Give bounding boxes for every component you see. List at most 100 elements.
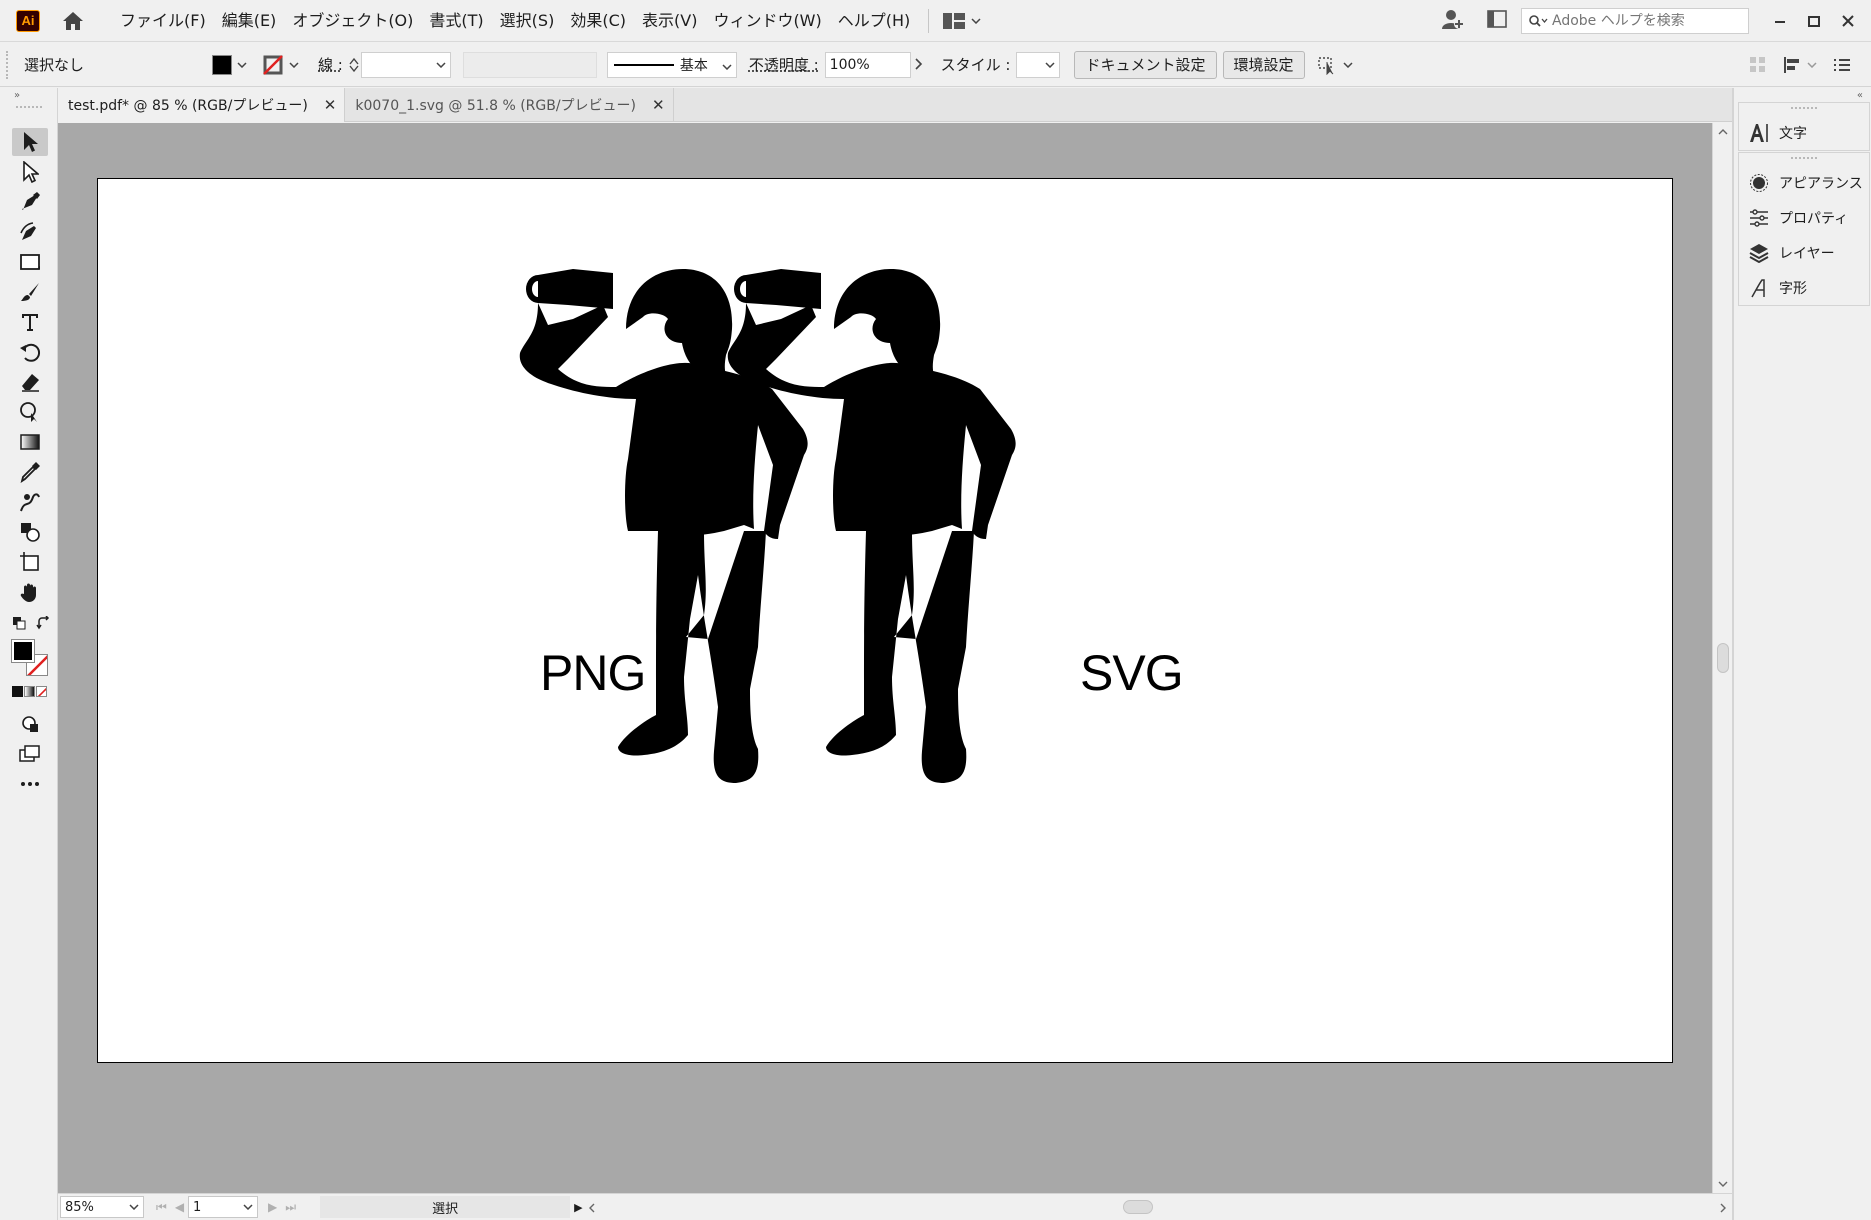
close-window-button[interactable] [1831, 0, 1865, 42]
help-search-input[interactable] [1552, 13, 1732, 29]
rotate-tool[interactable] [12, 338, 48, 366]
vertical-scroll-thumb[interactable] [1717, 643, 1729, 673]
zoom-level-field[interactable]: 85% [60, 1196, 144, 1218]
default-fill-stroke-icon[interactable] [12, 616, 26, 634]
status-menu-arrow-icon[interactable]: ▶ [574, 1201, 582, 1214]
warp-tool[interactable] [12, 398, 48, 426]
restore-button[interactable] [1797, 0, 1831, 42]
gradient-mode-icon[interactable] [24, 686, 35, 697]
none-mode-icon[interactable] [36, 686, 47, 697]
tab-k0070-svg[interactable]: k0070_1.svg @ 51.8 % (RGB/プレビュー) ✕ [345, 88, 674, 122]
scroll-left-icon[interactable] [588, 1203, 595, 1213]
stroke-weight-label[interactable]: 線 : [318, 54, 343, 75]
arrange-options[interactable] [1317, 55, 1353, 75]
fill-stroke-swatches[interactable] [11, 639, 50, 678]
selection-tool[interactable] [12, 128, 48, 156]
menu-window[interactable]: ウィンドウ(W) [705, 0, 829, 42]
align-grid-icon[interactable] [1749, 56, 1767, 74]
artboard[interactable]: PNG SVG [97, 178, 1673, 1063]
scroll-down-icon[interactable] [1718, 1181, 1728, 1187]
brush-definition-dropdown[interactable]: 基本 [606, 51, 737, 78]
fill-dropdown[interactable] [232, 52, 252, 78]
stroke-color-control[interactable] [262, 52, 304, 78]
zoom-value[interactable]: 85% [65, 1200, 94, 1215]
panel-layers[interactable]: レイヤー [1739, 235, 1869, 270]
color-mode-icon[interactable] [12, 686, 23, 697]
preferences-button[interactable]: 環境設定 [1222, 50, 1305, 79]
workspace-switcher[interactable] [943, 12, 981, 29]
fill-color-control[interactable] [212, 52, 252, 78]
menu-type[interactable]: 書式(T) [421, 0, 491, 42]
eyedropper-tool[interactable] [12, 458, 48, 486]
menu-file[interactable]: ファイル(F) [112, 0, 214, 42]
arrange-documents-icon[interactable] [1487, 10, 1507, 32]
horizontal-scroll-thumb[interactable] [1122, 1200, 1153, 1214]
opacity-label[interactable]: 不透明度 : [749, 54, 819, 75]
rectangle-tool[interactable] [12, 248, 48, 276]
stroke-weight-field[interactable] [360, 51, 451, 78]
user-account-icon[interactable] [1441, 7, 1465, 35]
swap-fill-stroke-icon[interactable] [36, 615, 50, 634]
document-setup-button[interactable]: ドキュメント設定 [1074, 50, 1217, 79]
artboard-number-field[interactable]: 1 [188, 1196, 259, 1218]
collapse-panel-icon[interactable]: » [14, 90, 20, 101]
stroke-dropdown[interactable] [284, 52, 304, 78]
panel-properties[interactable]: プロパティ [1739, 200, 1869, 235]
tools-panel-grip[interactable] [16, 106, 42, 110]
menu-select[interactable]: 選択(S) [492, 0, 563, 42]
fill-color-indicator[interactable] [11, 639, 35, 663]
stroke-weight-stepper[interactable] [349, 57, 359, 73]
panel-group-grip[interactable] [1791, 107, 1817, 111]
draw-mode-icon[interactable] [12, 710, 48, 738]
panel-group-grip[interactable] [1791, 157, 1817, 161]
home-icon[interactable] [60, 8, 86, 34]
current-tool-status[interactable]: 選択 [320, 1196, 571, 1218]
shape-builder-tool[interactable] [12, 518, 48, 546]
tab-test-pdf[interactable]: test.pdf* @ 85 % (RGB/プレビュー) ✕ [58, 88, 346, 122]
hand-tool[interactable] [12, 578, 48, 606]
chevron-right-icon[interactable] [915, 56, 923, 74]
previous-artboard-icon[interactable]: ◀ [175, 1200, 184, 1214]
scroll-right-icon[interactable] [1720, 1203, 1726, 1213]
close-icon[interactable]: ✕ [324, 96, 337, 114]
type-tool[interactable] [12, 308, 48, 336]
expand-panels-icon[interactable]: « [1857, 90, 1863, 101]
close-icon[interactable]: ✕ [652, 96, 665, 114]
panel-menu-icon[interactable] [1833, 58, 1851, 72]
paintbrush-tool[interactable] [12, 278, 48, 306]
gradient-tool[interactable] [12, 428, 48, 456]
opacity-field[interactable]: 100% [824, 51, 911, 78]
vertical-scrollbar[interactable] [1712, 123, 1732, 1193]
more-tools-icon[interactable] [12, 770, 48, 798]
stroke-none-swatch[interactable] [262, 54, 284, 76]
document-canvas[interactable]: PNG SVG [58, 123, 1712, 1193]
fill-swatch[interactable] [212, 54, 232, 75]
horizontal-scrollbar[interactable] [583, 1196, 1732, 1218]
panel-glyphs[interactable]: 字形 [1739, 270, 1869, 305]
menu-object[interactable]: オブジェクト(O) [284, 0, 421, 42]
next-artboard-icon[interactable]: ▶ [268, 1200, 277, 1214]
opacity-value[interactable]: 100% [830, 57, 870, 73]
blend-tool[interactable] [12, 488, 48, 516]
control-bar-grip[interactable] [6, 50, 10, 79]
menu-effect[interactable]: 効果(C) [562, 0, 634, 42]
direct-selection-tool[interactable] [12, 158, 48, 186]
minimize-button[interactable] [1763, 0, 1797, 42]
menu-edit[interactable]: 編集(E) [214, 0, 285, 42]
eraser-tool[interactable] [12, 368, 48, 396]
align-dropdown[interactable] [1783, 56, 1817, 74]
panel-appearance[interactable]: アピアランス [1739, 165, 1869, 200]
artboard-tool[interactable] [12, 548, 48, 576]
graphic-style-dropdown[interactable] [1016, 51, 1061, 78]
scroll-up-icon[interactable] [1718, 129, 1728, 135]
pen-tool[interactable] [12, 188, 48, 216]
color-mode-buttons[interactable] [12, 686, 47, 697]
curvature-tool[interactable] [12, 218, 48, 246]
menu-view[interactable]: 表示(V) [634, 0, 705, 42]
last-artboard-icon[interactable]: ⏭ [285, 1200, 296, 1215]
artboard-number[interactable]: 1 [193, 1200, 201, 1215]
panel-character[interactable]: 文字 [1739, 115, 1869, 150]
help-search-field[interactable] [1521, 8, 1749, 34]
screen-mode-icon[interactable] [12, 740, 48, 768]
first-artboard-icon[interactable]: ⏮ [156, 1200, 167, 1215]
